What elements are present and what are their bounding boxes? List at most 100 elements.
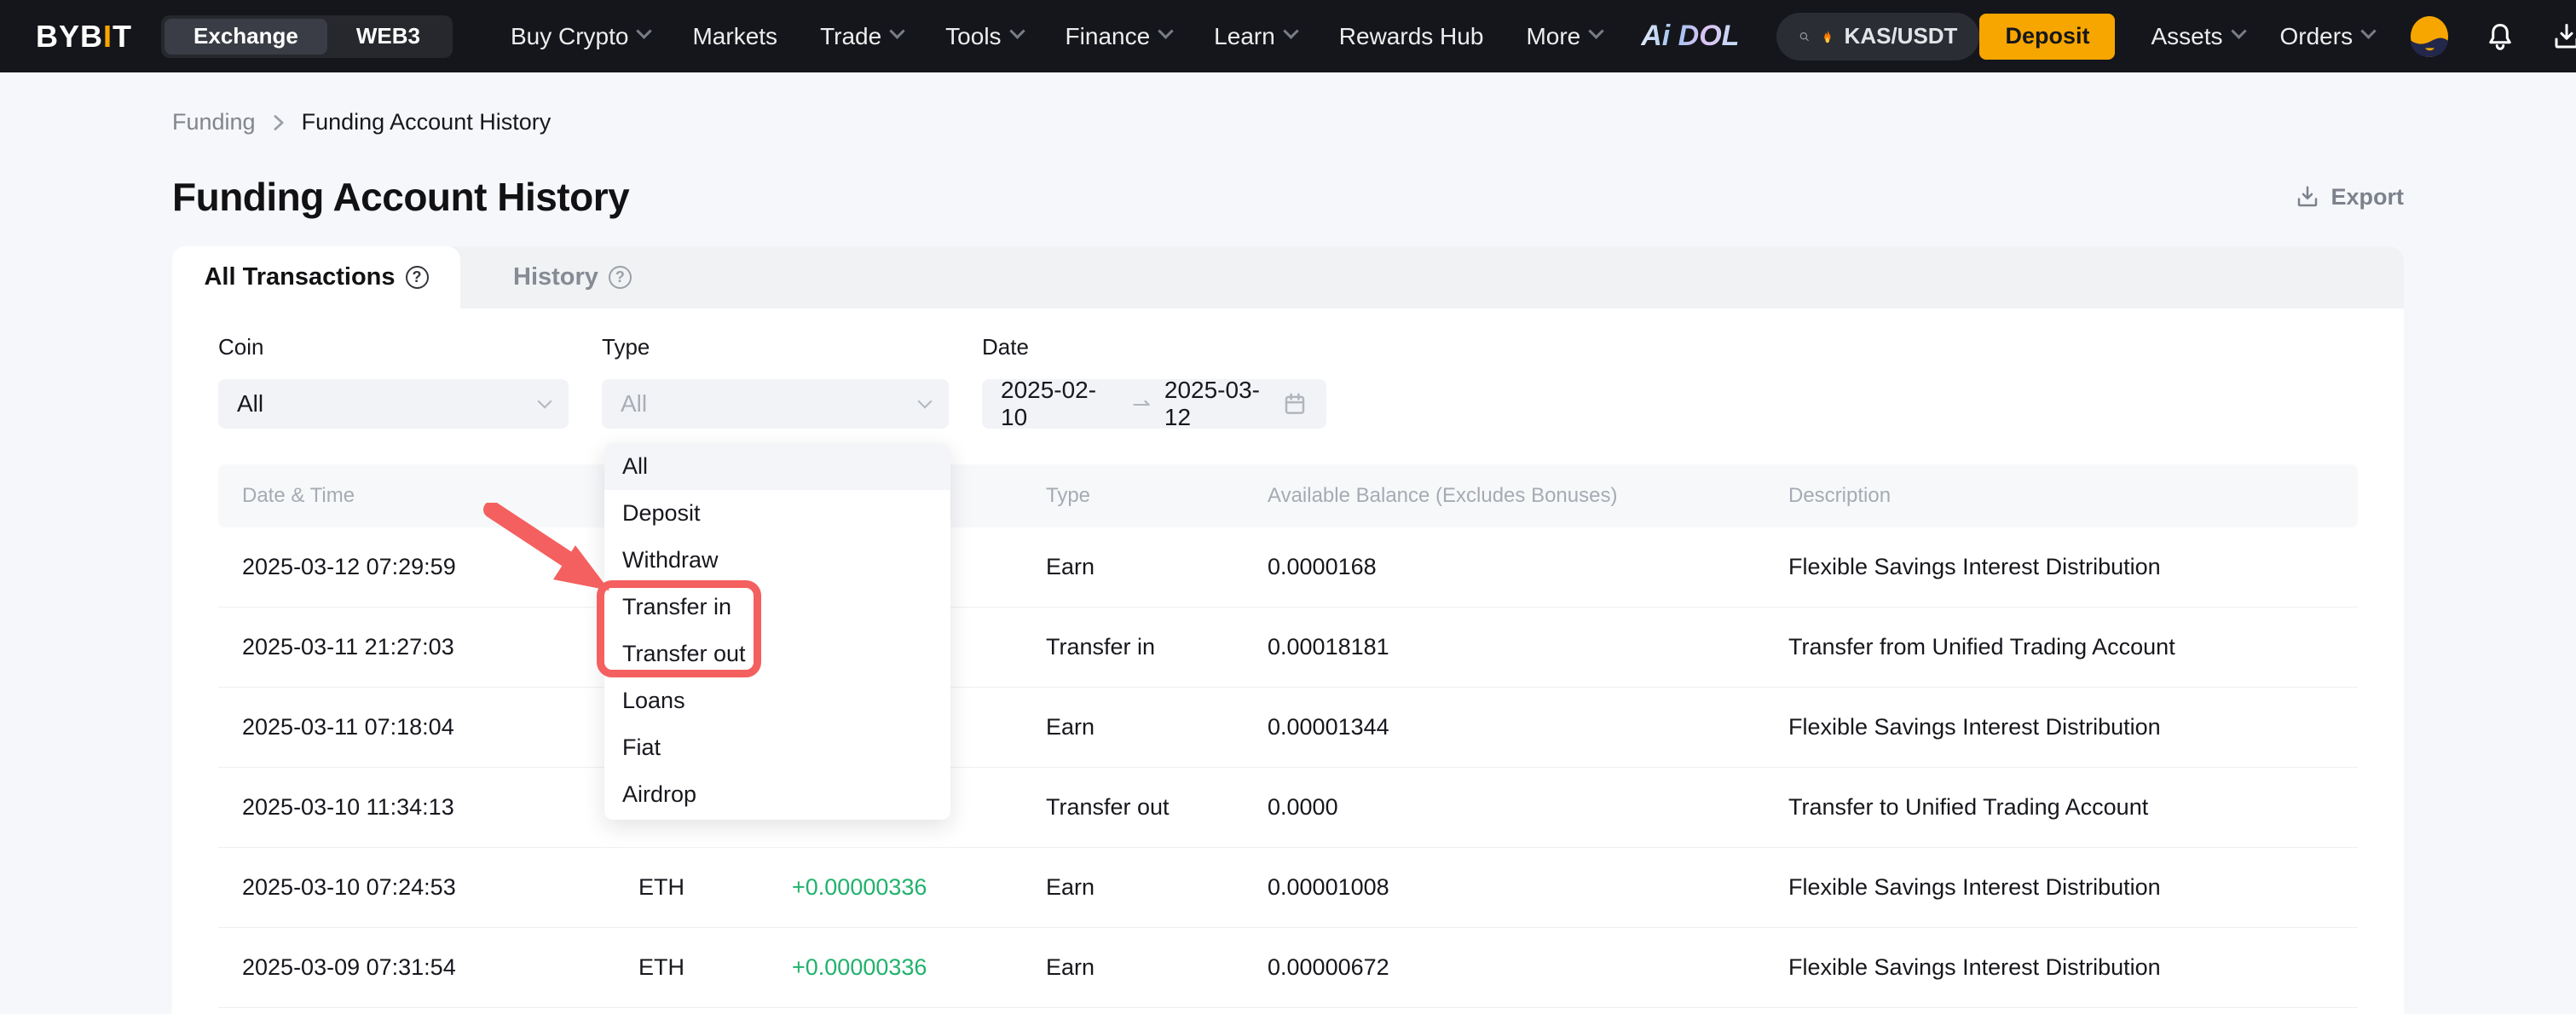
table-row[interactable]: 2025-03-12 07:29:59 Earn 0.0000168 Flexi… [218,527,2358,608]
search-input[interactable]: KAS/USDT [1776,13,1979,60]
breadcrumb-chevron-icon [269,113,288,132]
tab-all-transactions[interactable]: All Transactions ? [172,246,460,308]
cell-type: Earn [1022,954,1244,981]
ai-dol-logo[interactable]: Ai DOL [1641,20,1739,53]
dropdown-item-loans[interactable]: Loans [604,677,950,724]
downloads-button[interactable] [2551,21,2576,52]
exchange-web3-toggle: Exchange WEB3 [161,15,453,58]
cell-description: Transfer to Unified Trading Account [1765,794,2358,821]
cell-description: Flexible Savings Interest Distribution [1765,874,2358,901]
coin-select[interactable]: All [218,379,569,429]
col-type: Type [1022,484,1244,508]
cell-datetime: 2025-03-11 07:18:04 [218,714,615,740]
chevron-down-icon [889,23,904,38]
nav-markets[interactable]: Markets [692,23,777,50]
assets-menu[interactable]: Assets [2151,23,2244,50]
chevron-down-icon [637,23,652,38]
cell-datetime: 2025-03-12 07:29:59 [218,554,615,580]
cell-type: Earn [1022,554,1244,580]
breadcrumb-current: Funding Account History [302,109,552,135]
chevron-down-icon [1283,23,1298,38]
notifications-button[interactable] [2485,21,2515,52]
type-filter-label: Type [602,334,949,360]
cell-balance: 0.00000672 [1244,954,1765,981]
table-row[interactable]: 2025-03-11 07:18:04 Earn 0.00001344 Flex… [218,688,2358,768]
export-button[interactable]: Export [2295,184,2404,210]
nav-rewards-hub[interactable]: Rewards Hub [1339,23,1484,50]
breadcrumb-funding[interactable]: Funding [172,109,256,135]
help-icon[interactable]: ? [406,266,429,289]
page-title: Funding Account History [172,174,629,220]
tab-history[interactable]: History ? [460,246,684,308]
date-from: 2025-02-10 [1001,377,1118,431]
cell-datetime: 2025-03-10 07:24:53 [218,874,615,901]
dropdown-item-airdrop[interactable]: Airdrop [604,771,950,818]
col-description: Description [1765,484,2358,508]
chevron-down-icon [538,395,552,409]
table-row[interactable]: 2025-03-09 07:31:54 ETH +0.00000336 Earn… [218,928,2358,1008]
cell-coin: ETH [615,874,768,901]
page-content: Funding Funding Account History Funding … [0,109,2576,1014]
dropdown-item-transfer-in[interactable]: Transfer in [604,584,950,631]
cell-coin: ETH [615,954,768,981]
nav-finance[interactable]: Finance [1066,23,1172,50]
bell-icon [2485,21,2515,52]
nav-more[interactable]: More [1526,23,1602,50]
toggle-exchange[interactable]: Exchange [165,19,327,55]
cell-type: Transfer out [1022,794,1244,821]
type-filter: Type All [602,334,949,429]
cell-description: Flexible Savings Interest Distribution [1765,954,2358,981]
chevron-down-icon [918,395,933,409]
dropdown-item-all[interactable]: All [604,443,950,490]
cell-quantity: +0.00000336 [768,954,1022,981]
tab-strip: All Transactions ? History ? [172,246,2404,308]
type-dropdown: All Deposit Withdraw Transfer in Transfe… [604,443,950,820]
chevron-down-icon [1589,23,1604,38]
help-icon[interactable]: ? [609,266,632,289]
dropdown-item-withdraw[interactable]: Withdraw [604,537,950,584]
orders-menu[interactable]: Orders [2280,23,2375,50]
top-navigation-bar: BYBIT Exchange WEB3 Buy Crypto Markets T… [0,0,2576,72]
cell-type: Earn [1022,874,1244,901]
deposit-button[interactable]: Deposit [1979,14,2115,60]
bybit-logo[interactable]: BYBIT [36,19,132,55]
cell-balance: 0.0000168 [1244,554,1765,580]
history-card: All Transactions ? History ? Coin All Ty… [172,246,2404,1014]
primary-nav: Buy Crypto Markets Trade Tools Finance L… [511,23,1602,50]
dropdown-item-fiat[interactable]: Fiat [604,724,950,771]
avatar[interactable] [2410,15,2449,58]
cell-balance: 0.00001344 [1244,714,1765,740]
nav-trade[interactable]: Trade [820,23,903,50]
table-row[interactable]: 2025-03-10 11:34:13 Transfer out 0.0000 … [218,768,2358,848]
filters-row: Coin All Type All Date [218,308,2358,429]
table-header: Date & Time Type Available Balance (Excl… [218,464,2358,527]
topbar-right: Deposit Assets Orders [1979,14,2576,60]
table-row[interactable]: 2025-03-10 07:24:53 ETH +0.00000336 Earn… [218,848,2358,928]
toggle-web3[interactable]: WEB3 [327,19,449,55]
cell-type: Transfer in [1022,634,1244,660]
date-range-picker[interactable]: 2025-02-10 ⇀ 2025-03-12 [982,379,1326,429]
dropdown-item-deposit[interactable]: Deposit [604,490,950,537]
download-icon [2551,21,2576,52]
cell-quantity: +0.00000336 [768,874,1022,901]
card-body: Coin All Type All Date [172,308,2404,1014]
cell-balance: 0.00018181 [1244,634,1765,660]
cell-description: Flexible Savings Interest Distribution [1765,714,2358,740]
date-filter-label: Date [982,334,1326,360]
coin-filter-label: Coin [218,334,569,360]
table-row[interactable]: 2025-03-11 21:27:03 Transfer in 0.000181… [218,608,2358,688]
chevron-down-icon [2360,23,2376,38]
range-arrow-icon: ⇀ [1132,391,1151,418]
search-icon [1799,24,1810,49]
type-select[interactable]: All [602,379,949,429]
cell-balance: 0.00001008 [1244,874,1765,901]
dropdown-item-transfer-out[interactable]: Transfer out [604,631,950,677]
nav-tools[interactable]: Tools [945,23,1022,50]
chevron-down-icon [1009,23,1025,38]
date-filter: Date 2025-02-10 ⇀ 2025-03-12 [982,334,1326,429]
cell-description: Transfer from Unified Trading Account [1765,634,2358,660]
nav-learn[interactable]: Learn [1214,23,1297,50]
title-row: Funding Account History Export [172,174,2404,220]
date-to: 2025-03-12 [1164,377,1282,431]
nav-buy-crypto[interactable]: Buy Crypto [511,23,650,50]
